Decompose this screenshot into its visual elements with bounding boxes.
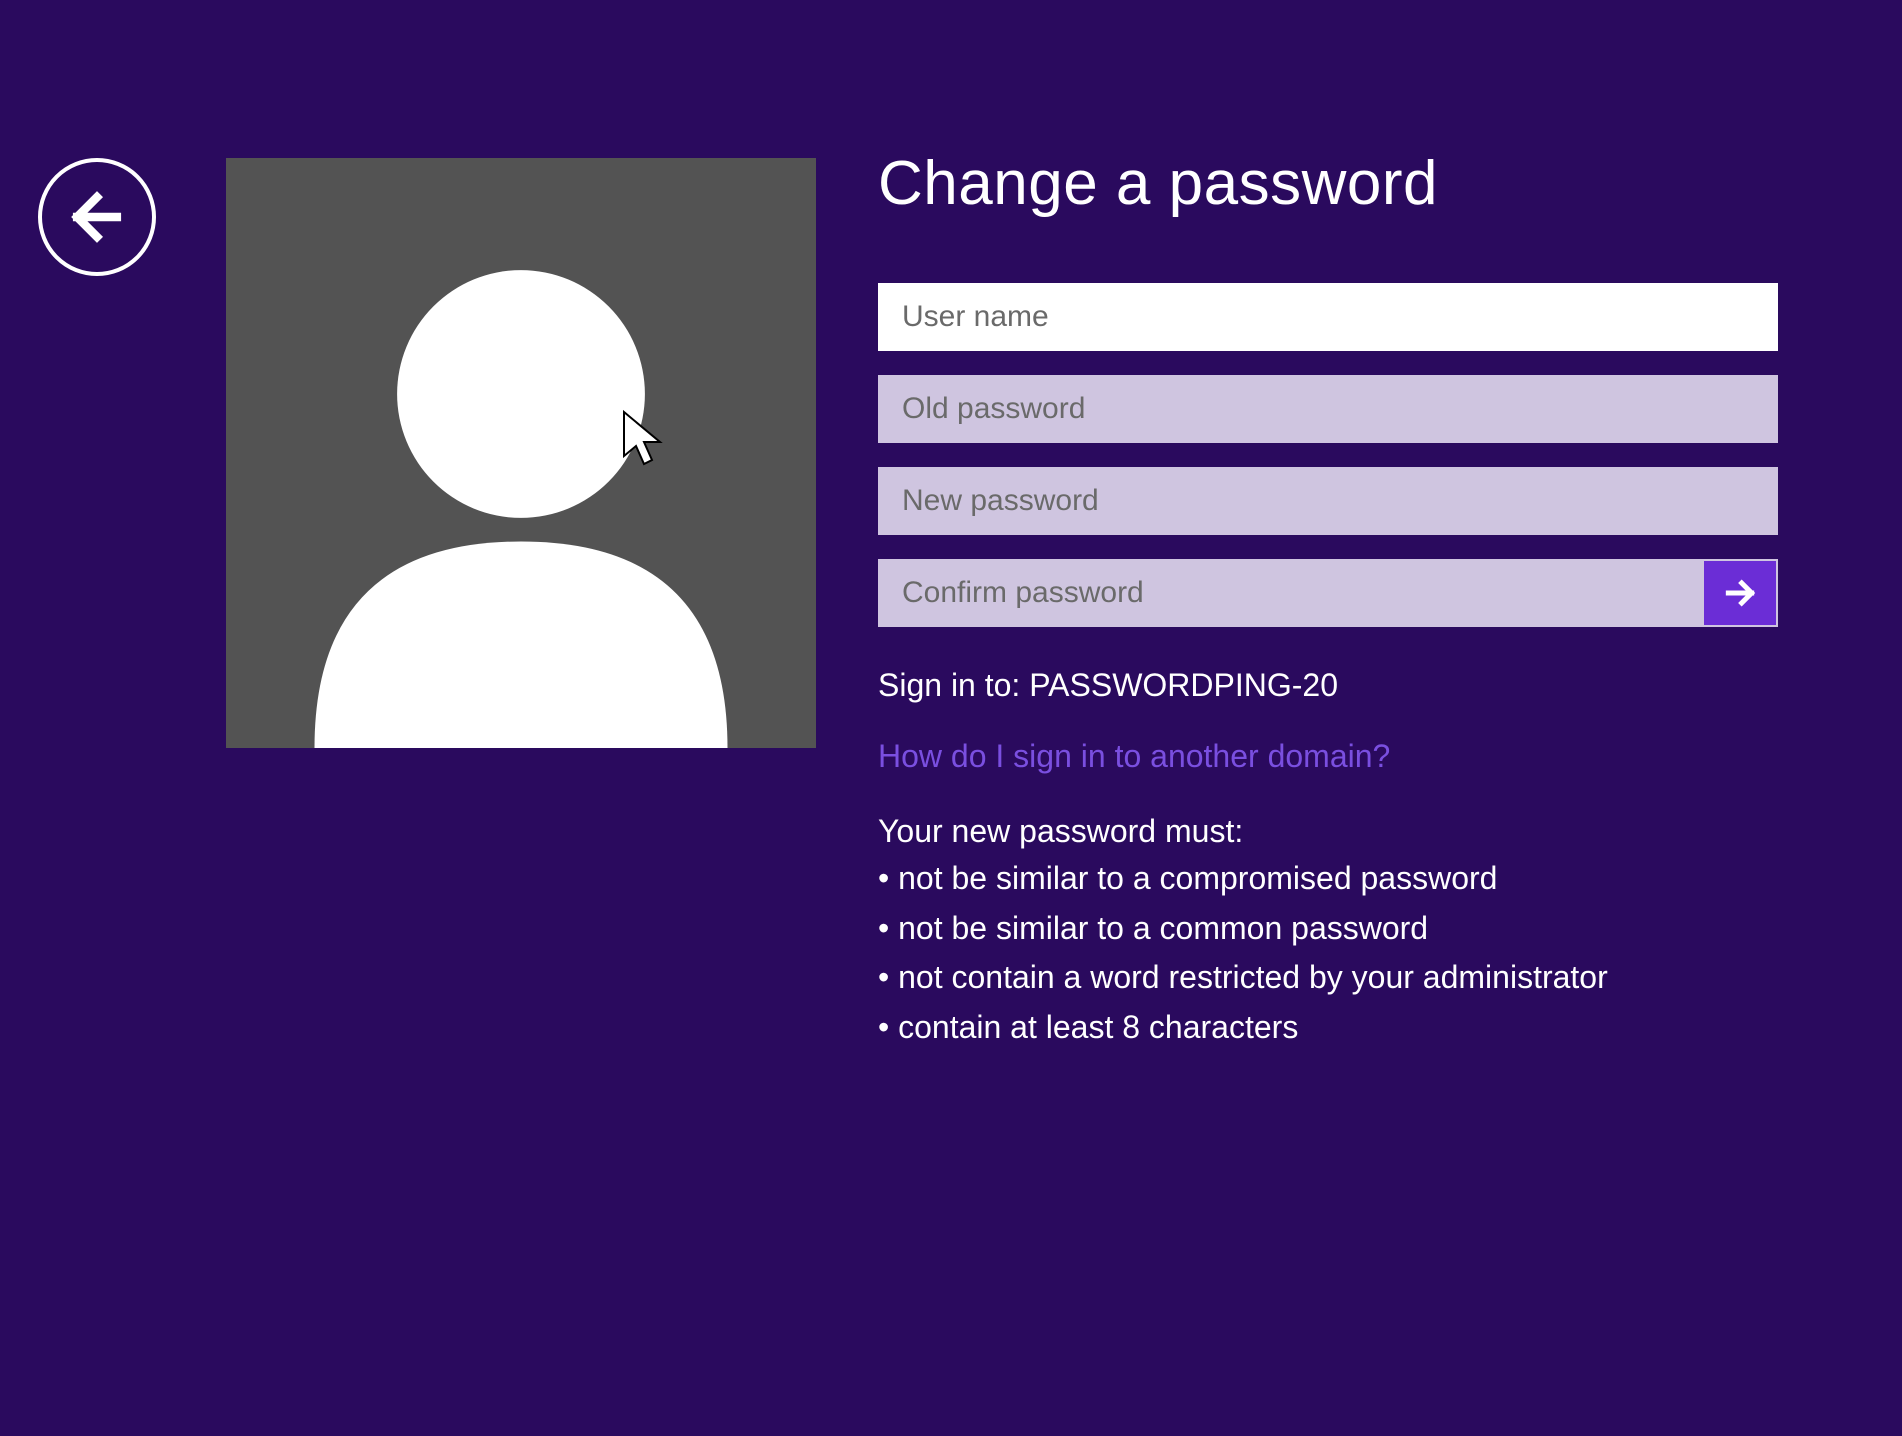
back-button[interactable] — [38, 158, 156, 276]
change-password-form: Change a password Sign in to: PASSWORDPI… — [878, 148, 1788, 1052]
person-icon — [226, 158, 816, 748]
submit-button[interactable] — [1704, 561, 1776, 625]
old-password-field[interactable] — [878, 375, 1778, 443]
arrow-left-icon — [63, 183, 131, 251]
password-rules-list: not be similar to a compromised password… — [878, 854, 1788, 1052]
username-field[interactable] — [878, 283, 1778, 351]
password-rules-intro: Your new password must: — [878, 813, 1788, 850]
signin-domain-label: Sign in to: PASSWORDPING-20 — [878, 667, 1788, 704]
password-rule: contain at least 8 characters — [878, 1003, 1788, 1053]
user-avatar — [226, 158, 816, 748]
new-password-field[interactable] — [878, 467, 1778, 535]
password-rule: not be similar to a compromised password — [878, 854, 1788, 904]
password-rule: not be similar to a common password — [878, 904, 1788, 954]
page-title: Change a password — [878, 148, 1788, 219]
arrow-right-icon — [1720, 573, 1760, 613]
password-rule: not contain a word restricted by your ad… — [878, 953, 1788, 1003]
domain-help-link[interactable]: How do I sign in to another domain? — [878, 738, 1788, 775]
confirm-password-field[interactable] — [878, 559, 1778, 627]
